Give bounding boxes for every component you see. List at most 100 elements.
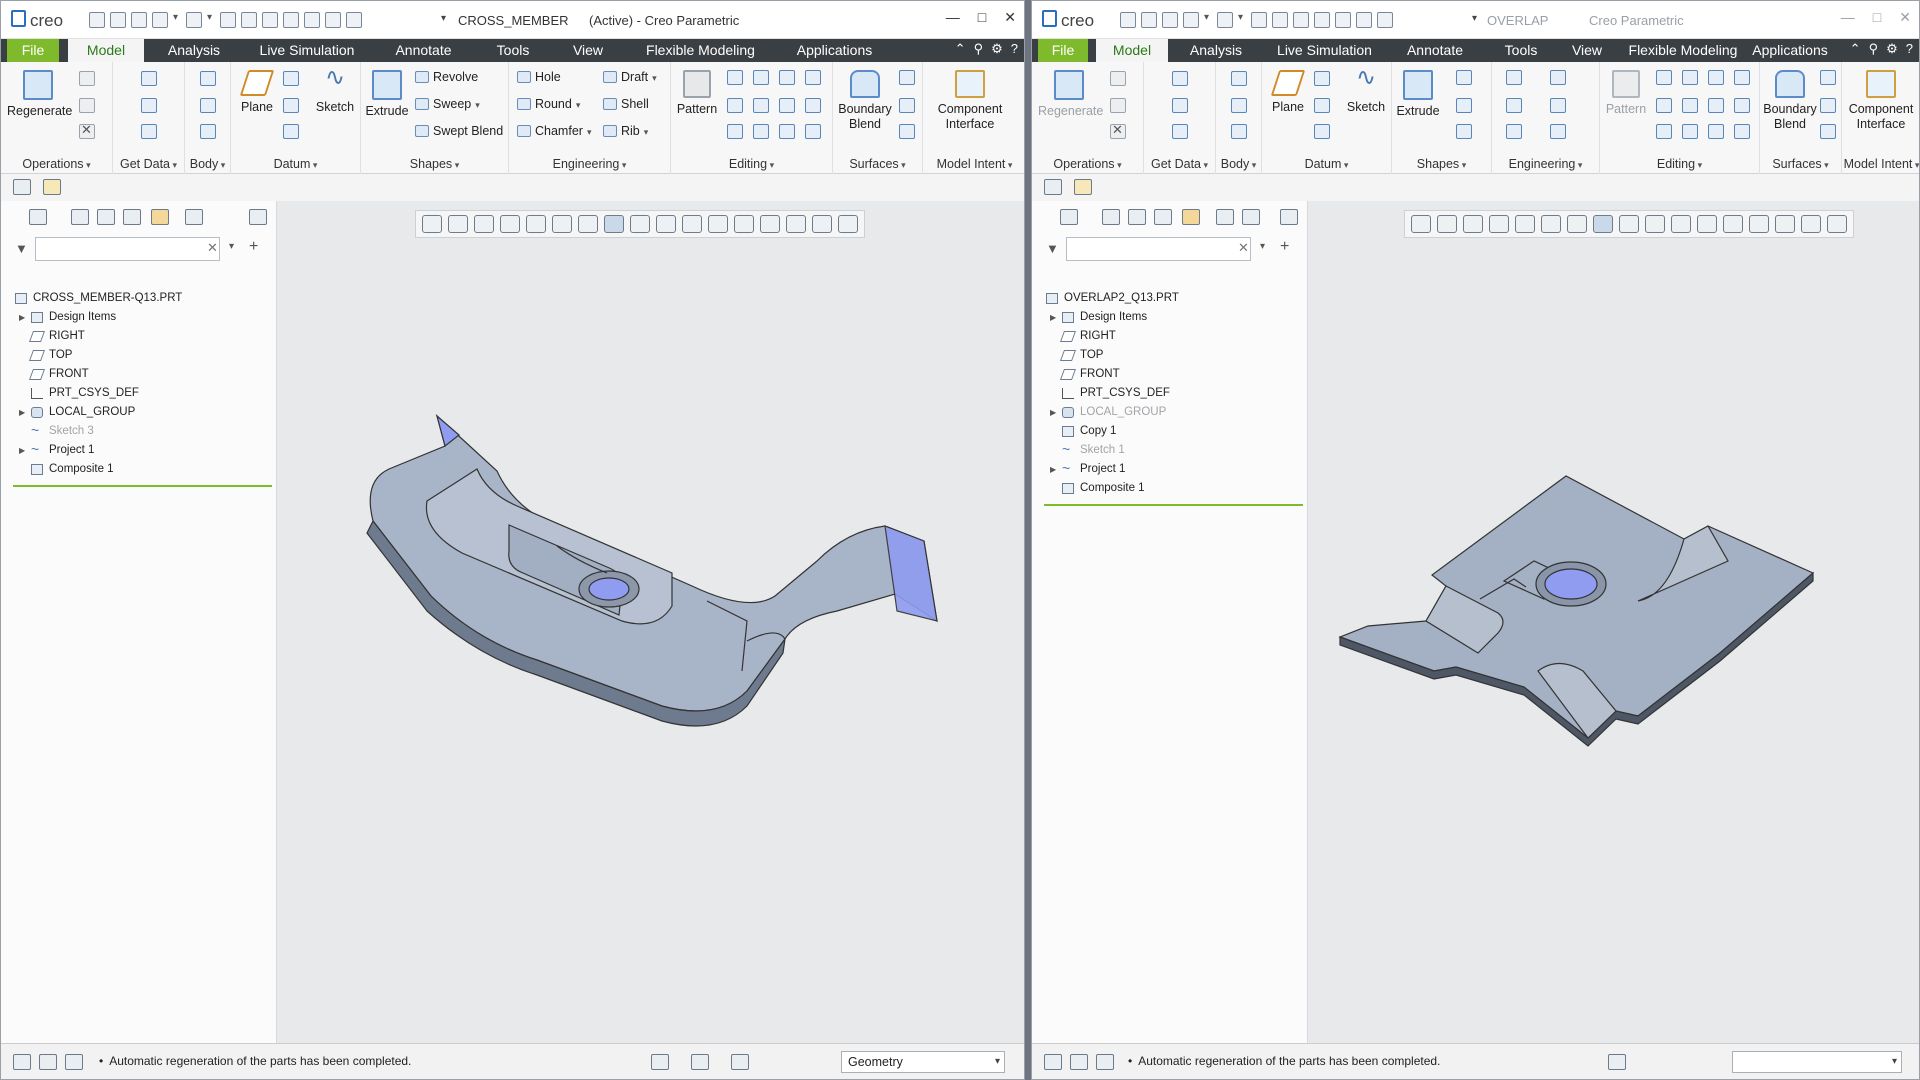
qat-customize-icon[interactable]: ▾ bbox=[441, 13, 446, 24]
tree-item[interactable]: PRT_CSYS_DEF bbox=[13, 384, 272, 403]
shell-icon[interactable] bbox=[1550, 98, 1566, 113]
windows-icon[interactable] bbox=[241, 12, 257, 28]
operations-label[interactable]: Operations bbox=[1032, 157, 1143, 171]
selection-filter-select[interactable]: Geometry bbox=[841, 1051, 1005, 1073]
mirror-icon[interactable] bbox=[1656, 70, 1672, 85]
sketch-button[interactable]: ∿ Sketch bbox=[1346, 66, 1386, 115]
tab-analysis[interactable]: Analysis bbox=[1181, 39, 1251, 62]
tree-item[interactable]: FRONT bbox=[1044, 365, 1303, 384]
tab-tools[interactable]: Tools bbox=[1495, 39, 1547, 62]
tree-item[interactable]: Composite 1 bbox=[13, 460, 272, 479]
wrap-icon[interactable] bbox=[779, 124, 795, 139]
copy-geometry-icon[interactable] bbox=[141, 98, 157, 113]
settings-icon[interactable] bbox=[304, 12, 320, 28]
offset-icon[interactable] bbox=[805, 70, 821, 85]
delete-icon[interactable] bbox=[79, 122, 95, 139]
rib-icon[interactable] bbox=[1550, 124, 1566, 139]
tree-item[interactable]: ▶ Design Items bbox=[13, 308, 272, 327]
sweep-button[interactable]: Sweep ▾ bbox=[415, 97, 480, 111]
merge-icon[interactable] bbox=[1656, 98, 1672, 113]
tree-item[interactable]: ▶ Design Items bbox=[1044, 308, 1303, 327]
undo-icon[interactable] bbox=[1183, 12, 1199, 28]
search-dropdown-icon[interactable]: ▾ bbox=[229, 241, 234, 252]
csys-icon[interactable] bbox=[1314, 124, 1330, 139]
engineering-label[interactable]: Engineering bbox=[509, 157, 670, 171]
solidify-icon[interactable] bbox=[727, 124, 743, 139]
split-icon[interactable] bbox=[1682, 124, 1698, 139]
tree-columns-icon[interactable] bbox=[71, 209, 89, 225]
component-interface-button[interactable]: Component Interface bbox=[933, 70, 1007, 132]
tab-flexible-modeling[interactable]: Flexible Modeling bbox=[638, 39, 763, 62]
body-icon[interactable] bbox=[200, 71, 216, 86]
tab-live-simulation[interactable]: Live Simulation bbox=[1273, 39, 1376, 62]
copy-icon[interactable] bbox=[79, 71, 95, 86]
editing-label[interactable]: Editing bbox=[1600, 157, 1759, 171]
shell-button[interactable]: Shell bbox=[603, 97, 649, 111]
selection-filter-select[interactable] bbox=[1732, 1051, 1902, 1073]
full-screen-icon[interactable] bbox=[65, 1054, 83, 1070]
expand-arrow-icon[interactable]: ▶ bbox=[1050, 403, 1056, 422]
tree-item[interactable]: Composite 1 bbox=[1044, 479, 1303, 498]
windows-icon[interactable] bbox=[1272, 12, 1288, 28]
body-icon[interactable] bbox=[1231, 71, 1247, 86]
new-file-icon[interactable] bbox=[89, 12, 105, 28]
close-window-icon[interactable] bbox=[283, 12, 299, 28]
sweep-icon[interactable] bbox=[1456, 98, 1472, 113]
tree-item[interactable]: RIGHT bbox=[13, 327, 272, 346]
tab-tools[interactable]: Tools bbox=[488, 39, 538, 62]
preview-icon[interactable] bbox=[1242, 209, 1260, 225]
copy-icon[interactable] bbox=[1110, 71, 1126, 86]
style-icon[interactable] bbox=[1820, 98, 1836, 113]
full-screen-icon[interactable] bbox=[1096, 1054, 1114, 1070]
chamfer-icon[interactable] bbox=[1506, 124, 1522, 139]
paste-icon[interactable] bbox=[1110, 98, 1126, 113]
tree-settings-icon[interactable] bbox=[1182, 209, 1200, 225]
hole-icon[interactable] bbox=[1506, 70, 1522, 85]
tree-item[interactable]: Copy 1 bbox=[1044, 422, 1303, 441]
filter-icon[interactable]: ▼ bbox=[15, 241, 28, 256]
body-label[interactable]: Body bbox=[185, 157, 230, 171]
tree-columns-icon[interactable] bbox=[1102, 209, 1120, 225]
body-options-icon[interactable] bbox=[200, 98, 216, 113]
freestyle-icon[interactable] bbox=[899, 124, 915, 139]
swept-blend-button[interactable]: Swept Blend bbox=[415, 124, 503, 138]
tree-filters-icon[interactable] bbox=[1128, 209, 1146, 225]
close-window-icon[interactable] bbox=[1314, 12, 1330, 28]
help-icon[interactable]: ? bbox=[1906, 41, 1913, 57]
show-browser-icon[interactable] bbox=[1070, 1054, 1088, 1070]
undo-icon[interactable] bbox=[152, 12, 168, 28]
tab-model[interactable]: Model bbox=[68, 39, 144, 62]
merge-inheritance-icon[interactable] bbox=[1172, 124, 1188, 139]
offset-icon[interactable] bbox=[1734, 70, 1750, 85]
collapse-ribbon-icon[interactable]: ⌃ bbox=[1850, 41, 1861, 57]
draft-button[interactable]: Draft ▾ bbox=[603, 70, 657, 84]
expand-arrow-icon[interactable]: ▶ bbox=[19, 441, 25, 460]
tree-item[interactable]: RIGHT bbox=[1044, 327, 1303, 346]
add-filter-icon[interactable]: + bbox=[249, 238, 258, 256]
new-body-icon[interactable] bbox=[1231, 124, 1247, 139]
revolve-button[interactable]: Revolve bbox=[415, 70, 478, 84]
close-icon[interactable]: ✕ bbox=[1899, 9, 1911, 26]
redo-icon[interactable] bbox=[1217, 12, 1233, 28]
tree-item[interactable]: Sketch 1 bbox=[1044, 440, 1303, 460]
tab-annotate[interactable]: Annotate bbox=[384, 39, 463, 62]
insert-here-marker[interactable] bbox=[1044, 504, 1303, 506]
extrude-button[interactable]: Extrude bbox=[1396, 70, 1440, 119]
graphics-area[interactable] bbox=[1308, 201, 1919, 1043]
tab-analysis[interactable]: Analysis bbox=[159, 39, 229, 62]
tree-item[interactable]: ▶ LOCAL_GROUP bbox=[1044, 403, 1303, 422]
pattern-button[interactable]: Pattern bbox=[1604, 70, 1648, 117]
tab-annotate[interactable]: Annotate bbox=[1395, 39, 1475, 62]
tree-display-icon[interactable] bbox=[29, 209, 47, 225]
fill-icon[interactable] bbox=[1820, 70, 1836, 85]
close-icon[interactable]: ✕ bbox=[1004, 9, 1016, 26]
hole-button[interactable]: Hole bbox=[517, 70, 561, 84]
datum-label[interactable]: Datum bbox=[231, 157, 360, 171]
get-data-label[interactable]: Get Data bbox=[113, 157, 184, 171]
draft-icon[interactable] bbox=[1550, 70, 1566, 85]
model-intent-label[interactable]: Model Intent bbox=[923, 157, 1024, 171]
copy-geometry-icon[interactable] bbox=[1172, 98, 1188, 113]
open-file-icon[interactable] bbox=[110, 12, 126, 28]
style-icon[interactable] bbox=[899, 98, 915, 113]
insert-here-marker[interactable] bbox=[13, 485, 272, 487]
